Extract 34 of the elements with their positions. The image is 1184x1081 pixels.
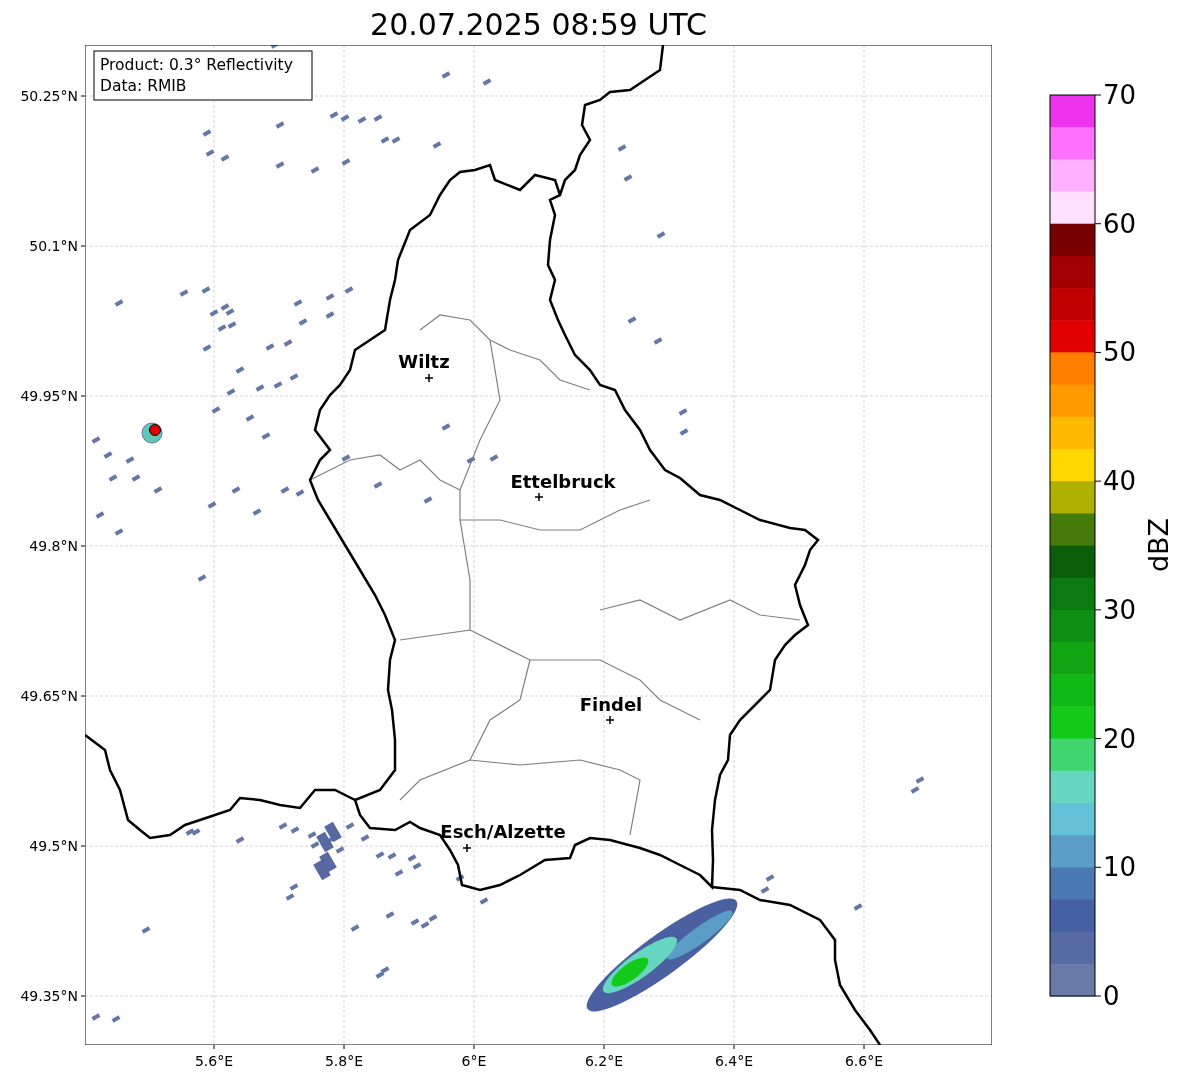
colorbar-tick-label: 30 (1103, 594, 1137, 625)
city-marker-icon (462, 843, 472, 853)
city-marker-icon (534, 492, 544, 502)
city-marker-icon (605, 715, 615, 725)
axis-tick-label: 6.6°E (844, 1053, 884, 1069)
info-text: Data: RMIB (100, 77, 187, 95)
axis-tick-label: 5.8°E (324, 1053, 364, 1069)
colorbar-tick-label: 70 (1103, 80, 1137, 110)
axis-tick-label: 5.6°E (194, 1053, 234, 1069)
radar-site-icon (141, 422, 163, 444)
axis-tick-label: 49.95°N (20, 388, 78, 404)
axis-tick-label: 49.65°N (20, 688, 78, 704)
city-label: Ettelbruck (510, 471, 616, 492)
city-label: Findel (579, 694, 643, 715)
city-label: Esch/Alzette (440, 821, 566, 842)
colorbar-tick-label: 10 (1103, 852, 1137, 883)
axis-tick-label: 50.25°N (20, 88, 78, 104)
axis-tick-label: 6.4°E (714, 1053, 754, 1069)
city-label: Wiltz (398, 351, 450, 372)
axis-tick-label: 6°E (461, 1053, 487, 1069)
colorbar-tick-label: 50 (1103, 337, 1137, 368)
axis-tick-label: 49.5°N (29, 838, 78, 854)
colorbar-tick-label: 0 (1103, 981, 1120, 1011)
colorbar-tick-label: 60 (1103, 208, 1137, 239)
info-text: Product: 0.3° Reflectivity (100, 56, 293, 74)
colorbar-label: dBZ (1143, 517, 1174, 573)
axis-tick-label: 49.35°N (20, 988, 78, 1004)
axis-tick-label: 6.2°E (584, 1053, 624, 1069)
colorbar-tick-label: 40 (1103, 466, 1137, 497)
colorbar-tick-label: 20 (1103, 723, 1137, 754)
axis-tick-label: 49.8°N (29, 538, 78, 554)
chart-title: 20.07.2025 08:59 UTC (370, 6, 707, 44)
city-marker-icon (424, 373, 434, 383)
axis-tick-label: 50.1°N (29, 238, 78, 254)
